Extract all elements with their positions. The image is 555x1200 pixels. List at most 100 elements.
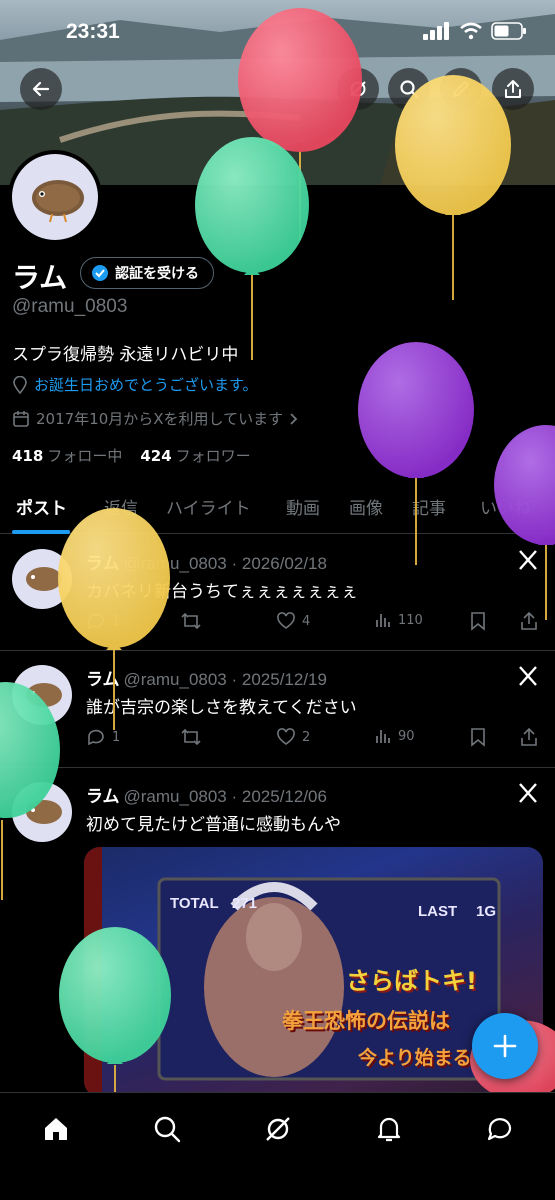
get-verified-label: 認証を受ける — [115, 266, 199, 282]
active-tab-indicator — [12, 530, 70, 534]
post-avatar[interactable] — [12, 549, 72, 609]
status-bar: 23:31 — [0, 18, 555, 48]
search-icon — [400, 80, 419, 99]
bookmark-icon — [471, 612, 485, 631]
tab-highlights[interactable]: ハイライト — [166, 494, 251, 519]
bookmark-icon — [471, 728, 485, 747]
tab-articles[interactable]: 記事 — [412, 494, 446, 519]
x-logo-icon — [517, 665, 539, 691]
profile-handle: @ramu_0803 — [12, 296, 128, 317]
tab-photos[interactable]: 画像 — [349, 494, 383, 519]
reply-icon — [88, 613, 104, 630]
repost-icon — [181, 728, 201, 746]
post-meta: @ramu_0803 · 2026/02/18 — [123, 554, 327, 573]
post-author-name: ラム — [86, 670, 120, 690]
plus-icon — [493, 1034, 517, 1058]
profile-name: ラム — [12, 261, 68, 294]
reply-icon — [88, 729, 104, 746]
following-link[interactable]: 418 フォロー中 — [12, 445, 122, 466]
post-2[interactable]: ラム @ramu_0803 · 2025/12/19 誰が吉宗の楽しさを教えてくだ… — [0, 651, 555, 768]
post-text: カバネリ新台うちてぇぇぇぇぇぇぇ — [86, 582, 358, 602]
post-1[interactable]: ラム @ramu_0803 · 2026/02/18 カバネリ新台うちてぇぇぇぇぇ… — [0, 535, 555, 651]
share-post-button[interactable] — [520, 611, 538, 631]
views-button[interactable]: 90 — [374, 727, 415, 745]
post-actions: 1 2 90 — [86, 727, 541, 751]
compose-button[interactable] — [472, 1013, 538, 1079]
bookmark-button[interactable] — [470, 611, 486, 631]
get-verified-button[interactable]: 認証を受ける — [80, 257, 214, 289]
nav-home[interactable] — [40, 1113, 72, 1145]
bell-icon — [377, 1117, 401, 1142]
search-button[interactable] — [388, 68, 430, 110]
tab-posts[interactable]: ポスト — [16, 494, 67, 519]
location-pin-icon — [13, 375, 27, 394]
reply-count: 1 — [112, 729, 121, 745]
status-time: 23:31 — [66, 20, 120, 43]
grok-button[interactable] — [337, 68, 379, 110]
nav-search[interactable] — [151, 1113, 183, 1145]
reply-count: 1 — [112, 613, 121, 629]
following-label: フォロー中 — [47, 447, 123, 465]
repost-button[interactable] — [180, 727, 202, 747]
calendar-icon — [13, 410, 29, 427]
following-count: 418 — [12, 447, 44, 465]
like-count: 2 — [302, 729, 311, 745]
repost-icon — [181, 612, 201, 630]
views-icon — [376, 614, 390, 627]
nav-grok[interactable] — [262, 1113, 294, 1145]
grok-icon — [350, 81, 366, 97]
birthday-row: お誕生日おめでとうございます。 — [12, 374, 258, 395]
back-button[interactable] — [20, 68, 62, 110]
post-text: 初めて見たけど普通に感動もんや — [86, 815, 341, 835]
grok-icon — [266, 1117, 290, 1141]
battery-icon — [491, 22, 526, 40]
repost-button[interactable] — [180, 611, 202, 631]
nav-messages[interactable] — [484, 1113, 516, 1145]
bookmark-button[interactable] — [470, 727, 486, 747]
chevron-right-icon — [290, 412, 298, 425]
views-button[interactable]: 110 — [374, 611, 423, 629]
signal-icon — [423, 22, 449, 40]
share-button[interactable] — [492, 68, 534, 110]
media-line-1: さらばトキ! — [346, 967, 477, 995]
home-icon — [45, 1118, 67, 1140]
tab-likes[interactable]: いいね — [480, 494, 531, 519]
message-icon — [487, 1118, 512, 1141]
like-button[interactable]: 2 — [276, 727, 310, 747]
view-count: 90 — [398, 728, 415, 744]
profile-bio: スプラ復帰勢 永遠リハビリ中 — [12, 345, 239, 365]
like-count: 4 — [302, 613, 311, 629]
followers-count: 424 — [140, 447, 172, 465]
tab-replies[interactable]: 返信 — [104, 494, 138, 519]
x-logo-icon — [517, 549, 539, 575]
follow-stats: 418 フォロー中 424 フォロワー — [12, 445, 251, 466]
profile-tabs: ポスト 返信 ハイライト 動画 画像 記事 いいね — [0, 484, 555, 534]
followers-label: フォロワー — [175, 447, 251, 465]
share-post-button[interactable] — [520, 727, 538, 747]
post-avatar[interactable] — [12, 782, 72, 842]
share-icon — [505, 80, 521, 98]
heart-icon — [277, 728, 295, 745]
post-text: 誰が吉宗の楽しさを教えてください — [86, 698, 357, 718]
back-arrow-icon — [32, 81, 50, 97]
post-actions: 1 4 110 — [86, 611, 541, 635]
like-button[interactable]: 4 — [276, 611, 310, 631]
reply-button[interactable]: 1 — [86, 611, 120, 631]
nav-notifications[interactable] — [373, 1113, 405, 1145]
post-avatar[interactable] — [12, 665, 72, 725]
edit-button[interactable] — [440, 68, 482, 110]
heart-icon — [277, 612, 295, 629]
verified-badge-icon — [92, 265, 108, 281]
post-author-name: ラム — [86, 787, 120, 807]
birthday-text: お誕生日おめでとうございます。 — [34, 376, 258, 394]
tab-videos[interactable]: 動画 — [286, 494, 320, 519]
media-last-value: 1G — [476, 903, 497, 920]
media-line-2: 拳王恐怖の伝説は — [282, 1009, 450, 1033]
joined-row[interactable]: 2017年10月からXを利用しています — [12, 408, 299, 429]
share-icon — [521, 727, 537, 746]
reply-button[interactable]: 1 — [86, 727, 120, 747]
profile-avatar[interactable] — [8, 150, 102, 244]
bottom-nav — [0, 1092, 555, 1200]
followers-link[interactable]: 424 フォロワー — [140, 445, 250, 466]
edit-icon — [453, 81, 469, 97]
